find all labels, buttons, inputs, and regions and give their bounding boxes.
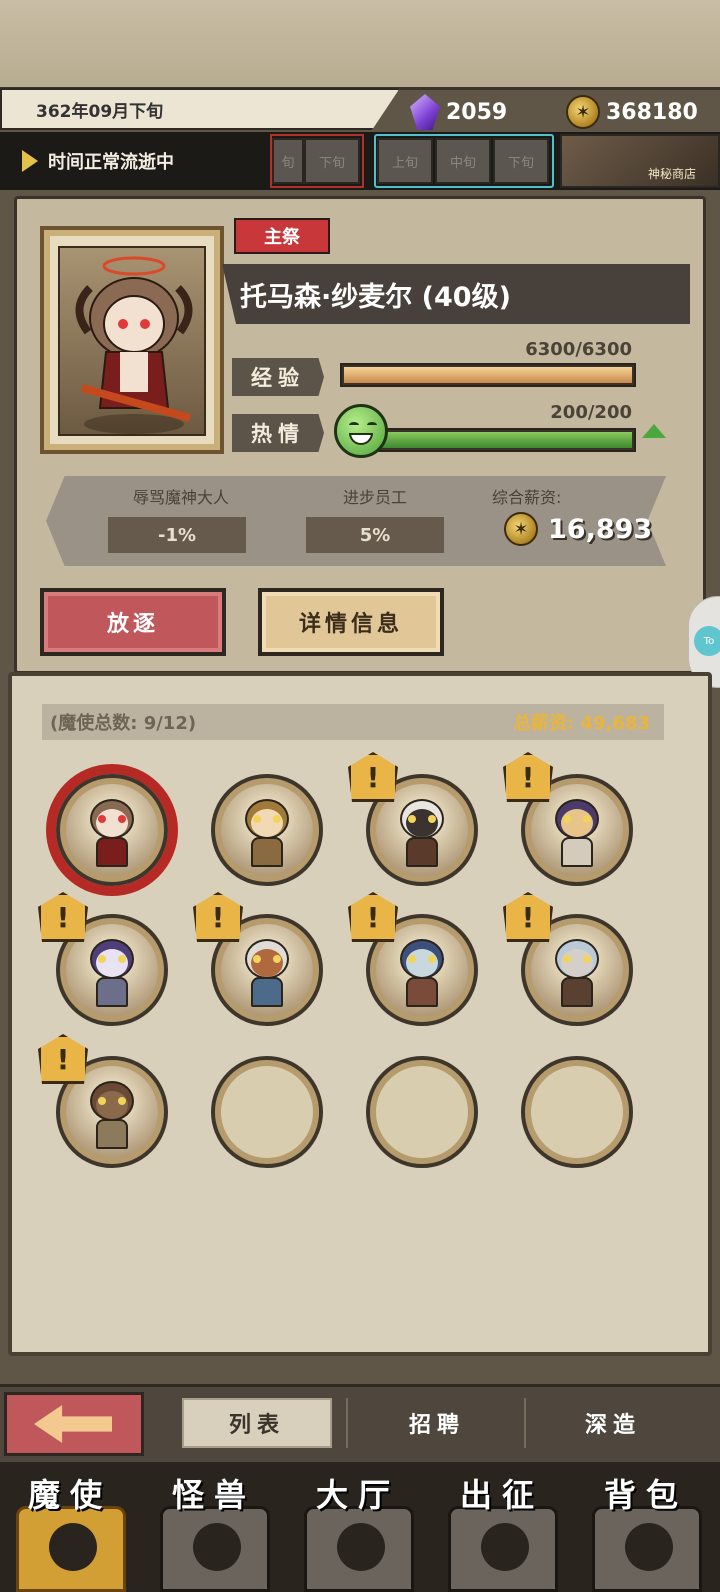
tab-list[interactable]: 列表 [182, 1398, 332, 1448]
expedition-icon [448, 1506, 558, 1592]
passion-progress-fill [372, 432, 632, 448]
backpack-icon [592, 1506, 702, 1592]
coin-icon: ✶ [566, 95, 600, 129]
tab-divider [524, 1398, 526, 1448]
roster-slot-envoy[interactable] [211, 774, 323, 886]
segment-prev-late: 下旬 [304, 138, 360, 184]
nav-label: 魔使 [27, 1476, 112, 1514]
passion-progress-bar [368, 428, 636, 452]
roster-slot-empty[interactable] [211, 1056, 323, 1168]
up-arrow-icon [642, 424, 666, 438]
trait-1-value[interactable]: -1% [108, 517, 246, 553]
envoy-avatar [82, 799, 142, 869]
exp-label: 经验 [232, 358, 324, 396]
envoy-avatar [237, 799, 297, 869]
nav-label: 大厅 [315, 1476, 400, 1514]
coin-amount: 368180 [606, 99, 698, 125]
envoy-avatar [547, 799, 607, 869]
trait-1-name: 辱骂魔神大人 [132, 488, 229, 507]
details-button[interactable]: 详情信息 [258, 588, 444, 656]
skull-icon [16, 1506, 126, 1592]
envoy-avatar [82, 939, 142, 1009]
trait-2-value[interactable]: 5% [306, 517, 444, 553]
roster-slot-empty[interactable] [521, 1056, 633, 1168]
nav-demon-envoys[interactable]: 魔使 [0, 1466, 140, 1592]
envoy-avatar [547, 939, 607, 1009]
envoy-avatar [392, 939, 452, 1009]
character-name: 托马森·纱麦尔 (40级) [222, 264, 690, 324]
tab-recruit[interactable]: 招聘 [362, 1398, 512, 1448]
nav-hall[interactable]: 大厅 [288, 1466, 428, 1592]
hall-icon [304, 1506, 414, 1592]
nav-label: 怪兽 [171, 1476, 256, 1514]
exp-progress-bar [340, 363, 636, 387]
date-text: 362年09月下旬 [36, 101, 164, 122]
segment-early: 上旬 [377, 138, 433, 184]
nav-monsters[interactable]: 怪兽 [144, 1466, 284, 1592]
nav-label: 出征 [459, 1476, 544, 1514]
top-banner-background [0, 0, 720, 90]
time-status-text: 时间正常流逝中 [48, 152, 174, 173]
salary-display: ✶ 16,893 [504, 512, 652, 546]
coin-icon: ✶ [504, 512, 538, 546]
salary-value: 16,893 [548, 513, 653, 545]
mystery-shop-label: 神秘商店 [647, 167, 696, 181]
segment-mid: 中旬 [435, 138, 491, 184]
nav-expedition[interactable]: 出征 [432, 1466, 572, 1592]
trait-2-name: 进步员工 [342, 488, 407, 507]
roster-header: (魔使总数: 9/12) 总薪资: 49,683 [42, 704, 664, 740]
monster-icon [160, 1506, 270, 1592]
envoy-avatar [392, 799, 452, 869]
roster-slot-envoy[interactable] [56, 774, 168, 886]
mystery-shop-button[interactable]: 神秘商店 [560, 134, 720, 188]
character-name-text: 托马森·纱麦尔 (40级) [240, 281, 511, 313]
character-portrait [58, 246, 206, 436]
passion-label: 热情 [232, 414, 324, 452]
exp-progress-fill [344, 367, 632, 383]
nav-backpack[interactable]: 背包 [576, 1466, 716, 1592]
crystal-counter[interactable]: 2059 [410, 92, 507, 132]
tab-advanced-training[interactable]: 深造 [538, 1398, 688, 1448]
time-status-button[interactable]: 时间正常流逝中 [22, 144, 174, 178]
segment-prev-partial: 旬 [272, 138, 304, 184]
tab-divider [346, 1398, 348, 1448]
happy-face-icon [334, 404, 388, 458]
exp-value: 6300/6300 [525, 339, 632, 360]
nav-label: 背包 [603, 1476, 688, 1514]
coin-counter[interactable]: ✶ 368180 [566, 92, 698, 132]
segment-late: 下旬 [493, 138, 549, 184]
exile-button[interactable]: 放逐 [40, 588, 226, 656]
play-icon [22, 150, 38, 172]
roster-count: (魔使总数: 9/12) [50, 713, 197, 734]
roster-slot-empty[interactable] [366, 1056, 478, 1168]
salary-label: 综合薪资: [492, 488, 562, 507]
crystal-amount: 2059 [446, 99, 508, 125]
role-badge: 主祭 [234, 218, 330, 254]
floating-side-tab-icon[interactable]: To [694, 626, 720, 656]
passion-value: 200/200 [550, 402, 632, 423]
total-salary: 总薪资: 49,683 [513, 713, 650, 734]
crystal-icon [410, 94, 440, 130]
envoy-avatar [82, 1081, 142, 1151]
envoy-avatar [237, 939, 297, 1009]
date-banner: 362年09月下旬 [0, 88, 400, 130]
